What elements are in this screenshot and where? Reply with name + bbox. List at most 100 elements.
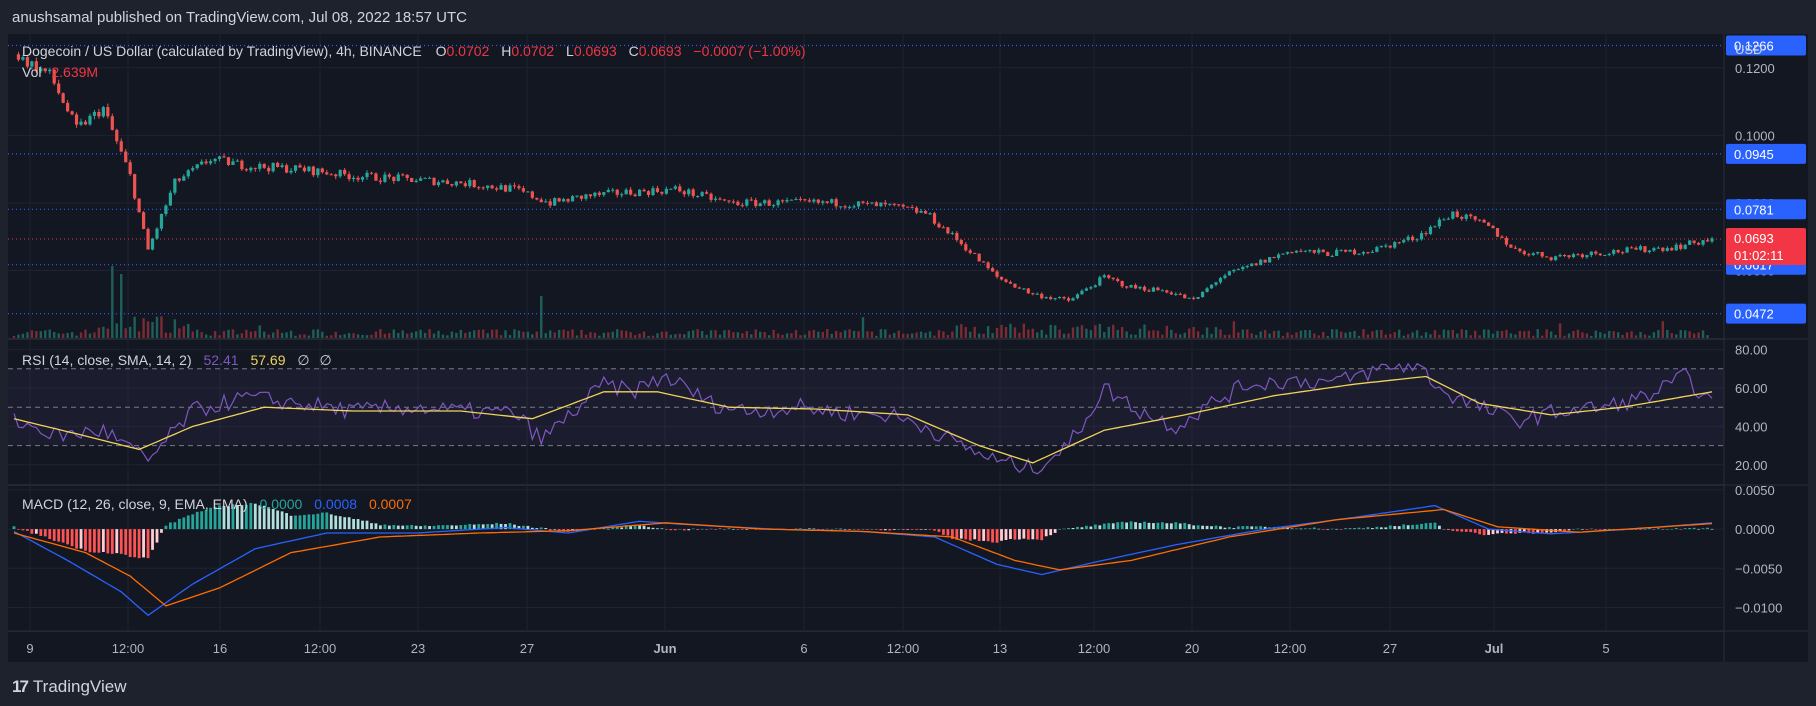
volume-bar <box>1697 332 1700 338</box>
candle-body <box>499 185 503 190</box>
volume-bar <box>1045 334 1048 338</box>
volume-bar <box>557 329 561 338</box>
volume-bar <box>1496 330 1499 338</box>
candle-body <box>1379 245 1383 248</box>
macd-hist-bar <box>1344 528 1347 530</box>
volume-bar <box>1558 323 1562 338</box>
macd-hist-bar <box>34 529 38 534</box>
candle-body <box>1075 294 1080 299</box>
macd-hist-bar <box>1375 526 1379 530</box>
macd-hist-bar <box>441 525 445 530</box>
volume-bar <box>1429 334 1432 338</box>
macd-hist-bar <box>1487 529 1490 535</box>
candle-body <box>432 177 436 186</box>
macd-hist-bar <box>338 516 342 530</box>
candle-body <box>1084 288 1089 291</box>
time-tick: 16 <box>213 641 227 656</box>
macd-hist-bar <box>1339 529 1343 530</box>
candle-body <box>1518 248 1522 252</box>
candle-body <box>360 177 365 180</box>
candle-body <box>1290 251 1294 253</box>
candle-body <box>133 174 137 199</box>
volume-bar <box>1335 329 1338 338</box>
tradingview-logo[interactable]: 17 TradingView <box>12 677 126 697</box>
macd-hist-bar <box>714 529 717 530</box>
candle-body <box>1397 242 1401 244</box>
volume-bar <box>370 334 373 338</box>
volume-bar <box>960 324 963 338</box>
volume-bar <box>316 329 320 338</box>
macd-hist-bar <box>1478 529 1482 535</box>
candle-body <box>629 189 633 195</box>
candle-body <box>302 167 307 172</box>
macd-hist-bar <box>664 529 668 530</box>
volume-bar <box>361 334 364 338</box>
macd-hist-bar <box>1572 528 1575 530</box>
time-tick: 12:00 <box>304 641 337 656</box>
macd-hist-bar <box>459 525 463 530</box>
volume-bar <box>437 330 440 338</box>
candle-body <box>240 160 244 170</box>
macd-hist-bar <box>910 529 914 530</box>
macd-hist-bar <box>1433 522 1437 530</box>
macd-hist-bar <box>1371 528 1374 530</box>
candle-body <box>1688 240 1692 245</box>
volume-bar <box>441 334 445 338</box>
volume-bar <box>817 331 820 338</box>
volume-bar <box>146 321 150 338</box>
volume-bar <box>678 333 681 338</box>
candle-body <box>1679 244 1683 249</box>
volume-bar <box>397 332 400 338</box>
candle-body <box>150 238 155 250</box>
macd-hist-bar <box>732 528 735 530</box>
macd-hist-bar <box>1013 529 1017 540</box>
macd-hist-bar <box>968 529 972 541</box>
volume-bar <box>638 333 641 338</box>
macd-hist-bar <box>1026 529 1030 540</box>
volume-bar <box>1563 335 1566 338</box>
volume-bar <box>178 328 181 338</box>
volume-bar <box>1384 334 1388 338</box>
macd-hist-bar <box>879 529 883 531</box>
macd-hist-bar <box>1701 528 1705 530</box>
macd-hist-bar <box>1295 528 1298 530</box>
macd-hist-bar <box>57 529 61 542</box>
volume-bar <box>933 335 936 338</box>
candle-body <box>646 191 651 195</box>
candle-body <box>1174 293 1178 295</box>
candle-body <box>736 201 740 206</box>
candle-body <box>74 114 79 125</box>
price-pane[interactable] <box>8 34 1724 338</box>
volume-legend: Vol 2.639M <box>22 64 98 80</box>
macd-hist-bar <box>1062 528 1066 530</box>
close-label: C <box>629 43 639 59</box>
macd-hist-bar <box>1464 529 1468 532</box>
volume-bar <box>692 330 695 338</box>
macd-hist-bar <box>374 523 378 530</box>
candle-body <box>338 169 342 177</box>
candle-body <box>410 177 414 182</box>
macd-hist-bar <box>1473 529 1477 533</box>
candle-body <box>16 54 21 60</box>
candle-body <box>812 199 816 202</box>
macd-hist-bar <box>472 524 476 530</box>
macd-hist-bar <box>1009 529 1012 540</box>
macd-hist-bar <box>1308 528 1312 530</box>
chart-canvas[interactable]: 0.12000.10000.08000.060080.0060.0040.002… <box>0 0 1816 706</box>
candle-body <box>865 202 870 204</box>
candle-body <box>776 200 780 206</box>
candle-body <box>1701 240 1705 245</box>
volume-bar <box>544 333 547 338</box>
candle-body <box>1451 211 1455 219</box>
volume-bar <box>776 333 780 338</box>
volume-bar <box>906 333 909 338</box>
volume-bar <box>1049 324 1052 338</box>
volume-bar <box>754 329 757 338</box>
candle-body <box>1218 277 1223 283</box>
currency-label: USD <box>1735 42 1762 57</box>
low-value: 0.0693 <box>574 43 617 59</box>
candle-body <box>1035 293 1039 295</box>
volume-bar <box>1576 329 1580 338</box>
volume-bar <box>227 329 230 338</box>
volume-bar <box>1411 332 1414 338</box>
